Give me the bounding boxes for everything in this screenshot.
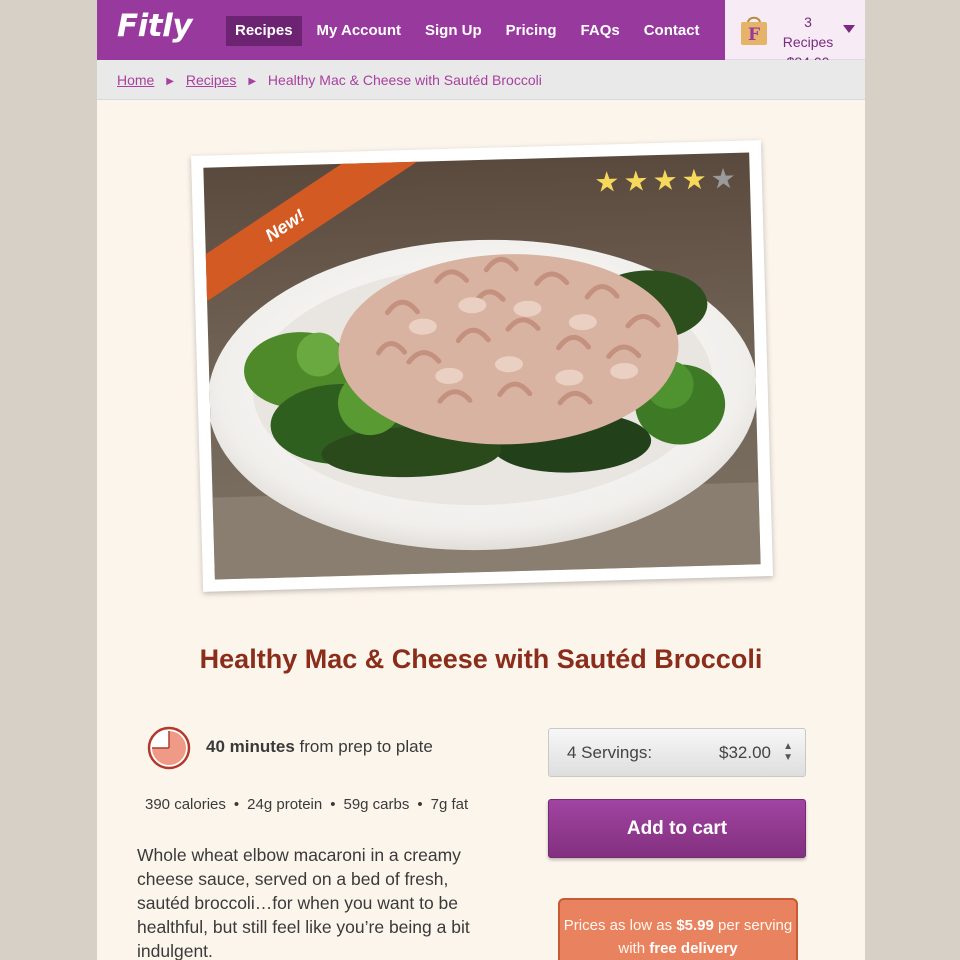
star-filled-icon: ★ — [623, 164, 650, 198]
prep-time-label: from prep to plate — [299, 737, 433, 756]
nav-link-my-account[interactable]: My Account — [308, 16, 410, 46]
breadcrumb-separator-icon: ▶ — [166, 76, 174, 87]
add-to-cart-button[interactable]: Add to cart — [548, 799, 806, 858]
prep-time: 40 minutes from prep to plate — [206, 737, 433, 757]
nav-link-pricing[interactable]: Pricing — [497, 16, 566, 46]
chevron-down-icon — [843, 25, 855, 33]
timer-icon — [147, 726, 191, 770]
nav-link-sign-up[interactable]: Sign Up — [416, 16, 491, 46]
nav-links: Recipes My Account Sign Up Pricing FAQs … — [226, 16, 715, 46]
nav-link-contact[interactable]: Contact — [635, 16, 709, 46]
breadcrumb-current: Healthy Mac & Cheese with Sautéd Broccol… — [267, 72, 542, 88]
nutrition-carbs: 59g carbs — [343, 796, 410, 813]
top-nav: Fitly Recipes My Account Sign Up Pricing… — [97, 0, 865, 70]
star-rating: ★ ★ ★ ★ ★ — [590, 161, 737, 199]
nav-link-faqs[interactable]: FAQs — [572, 16, 629, 46]
breadcrumb-separator-icon: ▶ — [248, 76, 257, 87]
breadcrumb: Home ▶ Recipes ▶ Healthy Mac & Cheese wi… — [97, 60, 865, 100]
servings-label: 4 Servings: — [567, 743, 653, 762]
promo-free-delivery: free delivery — [649, 940, 738, 957]
star-filled-icon: ★ — [681, 162, 708, 197]
nutrition-facts: 390 calories • 24g protein • 59g carbs • 7g fa… — [145, 796, 469, 813]
cart-count: 3 Recipes — [782, 14, 834, 50]
nutrition-fat: 7g fat — [430, 796, 469, 813]
page: Fitly Recipes My Account Sign Up Pricing… — [97, 0, 865, 960]
recipe-title: Healthy Mac & Cheese with Sautéd Broccol… — [199, 644, 763, 674]
star-filled-icon: ★ — [652, 163, 679, 198]
shopping-bag-icon: F — [741, 16, 767, 45]
prep-time-value: 40 minutes — [206, 737, 295, 756]
recipe-photo-frame: New! ★ ★ ★ ★ ★ — [191, 140, 773, 592]
nutrition-protein: 24g protein — [247, 796, 323, 813]
select-arrows-icon: ▲ ▼ — [783, 741, 793, 763]
cart-dropdown[interactable]: F 3 Recipes $84.00 — [725, 0, 865, 70]
fitly-logo[interactable]: Fitly — [117, 8, 192, 44]
nutrition-calories: 390 calories — [145, 796, 226, 813]
star-filled-icon: ★ — [593, 165, 620, 199]
star-empty-icon: ★ — [710, 161, 737, 196]
recipe-photo: New! ★ ★ ★ ★ ★ — [203, 152, 761, 580]
svg-text:F: F — [748, 25, 760, 45]
breadcrumb-home[interactable]: Home — [117, 72, 154, 88]
promo-text-1: Prices as low as — [563, 917, 673, 934]
promo-price: $5.99 — [676, 917, 714, 934]
servings-price: $32.00 — [719, 743, 771, 762]
pricing-promo: Prices as low as $5.99 per serving with … — [558, 898, 798, 960]
recipe-description: Whole wheat elbow macaroni in a creamy c… — [137, 845, 470, 960]
breadcrumb-recipes[interactable]: Recipes — [186, 72, 237, 88]
nav-link-recipes[interactable]: Recipes — [226, 16, 302, 46]
servings-select[interactable]: 4 Servings: $32.00 ▲ ▼ — [548, 728, 806, 777]
